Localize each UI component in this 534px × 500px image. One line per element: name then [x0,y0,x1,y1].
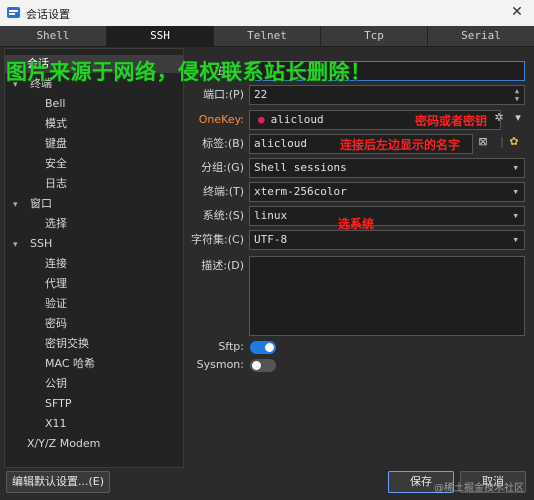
tree-item-selection[interactable]: 选择 [45,215,67,233]
tree-item-ssh[interactable]: ▾ SSH [13,235,52,253]
tab-tcp[interactable]: Tcp [321,26,428,46]
window-title: 会话设置 [26,8,70,21]
app-icon [7,7,20,18]
toggle-knob [265,343,274,352]
port-label: 端口:(P) [203,88,244,101]
description-textarea[interactable] [249,256,525,336]
tag-annotation: 连接后左边显示的名字 [340,138,461,152]
spin-arrows-icon[interactable]: ▲ ▼ [512,87,522,103]
tree-item-proxy[interactable]: 代理 [45,275,67,293]
tree-item-cipher[interactable]: 密码 [45,315,67,333]
tree-item-x11[interactable]: X11 [45,415,67,433]
tree-item-security[interactable]: 安全 [45,155,67,173]
tab-shell[interactable]: Shell [0,26,107,46]
footer-watermark: @稀土掘金技术社区 [434,483,524,494]
tree-item-connection[interactable]: 连接 [45,255,67,273]
port-stepper[interactable]: 22 ▲ ▼ [249,85,525,105]
toggle-knob [252,361,261,370]
terminal-label: 终端:(T) [202,185,244,198]
group-select[interactable]: Shell sessions [249,158,525,178]
edit-icon[interactable]: ⊠ [475,134,491,150]
sysmon-toggle[interactable] [250,359,276,372]
sftp-toggle[interactable] [250,341,276,354]
tree-item-kex[interactable]: 密钥交换 [45,335,89,353]
tree-item-sftp[interactable]: SFTP [45,395,71,413]
onekey-label: OneKey: [198,113,244,126]
tree-item-mac[interactable]: MAC 哈希 [45,355,95,373]
description-label: 描述:(D) [201,259,244,272]
charset-select[interactable]: UTF-8 [249,230,525,250]
tree-item-bell[interactable]: Bell [45,95,65,113]
tab-serial[interactable]: Serial [428,26,534,46]
charset-label: 字符集:(C) [191,233,244,246]
tab-ssh[interactable]: SSH [107,26,214,46]
title-bar: 会话设置 ✕ [0,0,534,27]
settings-tree: 会话 ▾ 终端 Bell 模式 键盘 安全 日志 ▾ 窗口 选择 ▾ SSH 连… [4,48,184,468]
watermark-text: 图片来源于网络，侵权联系站长删除！ [6,60,372,84]
gear-icon[interactable]: ✲ [491,110,507,126]
system-label: 系统:(S) [202,209,244,222]
group-label: 分组:(G) [201,161,244,174]
tree-item-pubkey[interactable]: 公钥 [45,375,67,393]
tab-telnet[interactable]: Telnet [214,26,321,46]
tag-label: 标签:(B) [202,137,244,150]
tree-item-window[interactable]: ▾ 窗口 [13,195,52,213]
chevron-down-icon[interactable]: ▾ [510,110,526,126]
tree-item-label: 窗口 [30,197,52,210]
key-annotation: 密码或者密钥 [415,114,488,128]
chevron-down-icon[interactable]: ▾ [13,196,23,214]
palette-icon[interactable]: ✿ [506,134,522,150]
key-dot-icon: ● [258,113,265,126]
tree-item-xyz-modem[interactable]: X/Y/Z Modem [27,435,100,453]
system-select[interactable]: linux [249,206,525,226]
system-annotation: 选系统 [338,217,375,231]
port-value: 22 [254,88,268,101]
tree-item-log[interactable]: 日志 [45,175,67,193]
tree-item-mode[interactable]: 模式 [45,115,67,133]
onekey-value: alicloud [270,113,324,126]
terminal-select[interactable]: xterm-256color [249,182,525,202]
sysmon-label: Sysmon: [196,358,244,371]
close-icon[interactable]: ✕ [508,3,526,21]
tree-item-label: SSH [30,237,53,250]
edit-defaults-button[interactable]: 编辑默认设置...(E) [6,471,110,493]
chevron-down-icon[interactable]: ▾ [13,236,23,254]
tree-item-auth[interactable]: 验证 [45,295,67,313]
protocol-tabs: Shell SSH Telnet Tcp Serial [0,26,534,47]
tree-item-keyboard[interactable]: 键盘 [45,135,67,153]
